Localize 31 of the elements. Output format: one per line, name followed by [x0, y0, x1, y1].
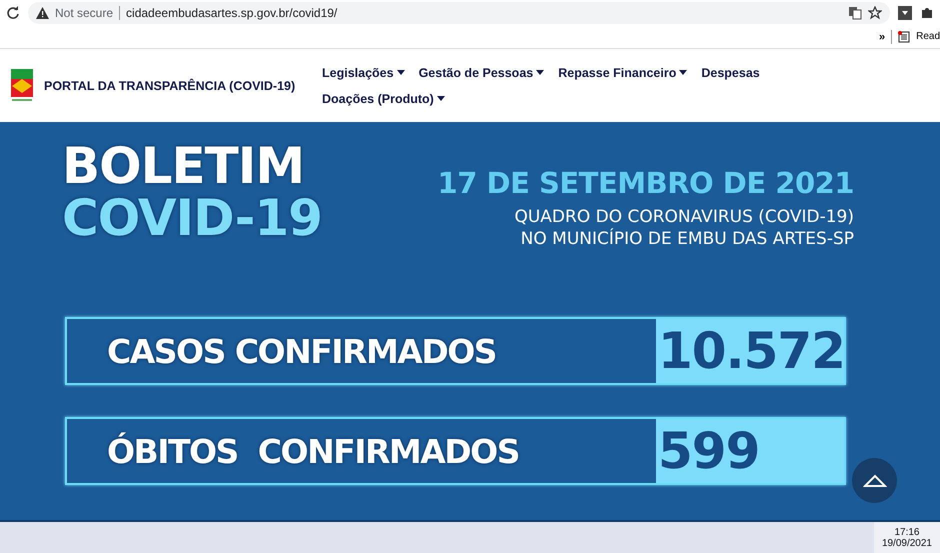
stat-label: CASOS CONFIRMADOS [106, 330, 498, 372]
overflow-chevron[interactable]: » [878, 30, 886, 42]
star-icon[interactable] [868, 6, 882, 20]
security-label: Not secure [55, 6, 114, 20]
nav-link[interactable]: Gestão de Pessoas [418, 66, 544, 80]
address-bar[interactable]: Not secure cidadeembudasartes.sp.gov.br/covid19/ [28, 2, 890, 24]
bulletin-subtitle: QUADRO DO CORONAVIRUS (COVID-19) [514, 206, 854, 228]
stat-value: 599 [656, 419, 844, 483]
url-text: cidadeembudasartes.sp.gov.br/covid19/ [126, 6, 338, 20]
clock-time: 17:16 [894, 526, 920, 538]
nav-link[interactable]: Doações (Produto) [322, 92, 445, 106]
download-icon[interactable] [898, 6, 912, 20]
portal-title: PORTAL DA TRANSPARÊNCIA (COVID-19) [44, 78, 296, 92]
translate-icon[interactable] [848, 6, 862, 20]
chevron-up-icon [862, 474, 886, 487]
reload-icon[interactable] [6, 6, 20, 20]
reading-list-icon[interactable] [898, 30, 910, 42]
nav-link[interactable]: Legislações [322, 66, 405, 80]
bulletin-title: BOLETIM [62, 140, 306, 192]
nav-link[interactable]: Despesas [701, 66, 760, 80]
bulletin-title: COVID-19 [62, 192, 322, 244]
scroll-top-button[interactable] [852, 458, 897, 503]
stat-value: 10.572 [656, 319, 844, 383]
nav-link[interactable]: Repasse Financeiro [558, 66, 688, 80]
warning-icon [36, 7, 49, 19]
bookmark-label[interactable]: Read [916, 31, 940, 42]
bulletin-date: 17 DE SETEMBRO DE 2021 [438, 166, 854, 200]
stat-label: ÓBITOS CONFIRMADOS [106, 430, 520, 472]
logo-icon [10, 68, 34, 102]
clock-date: 19/09/2021 [882, 538, 932, 548]
bulletin-subtitle: NO MUNICÍPIO DE EMBU DAS ARTES-SP [520, 228, 854, 250]
